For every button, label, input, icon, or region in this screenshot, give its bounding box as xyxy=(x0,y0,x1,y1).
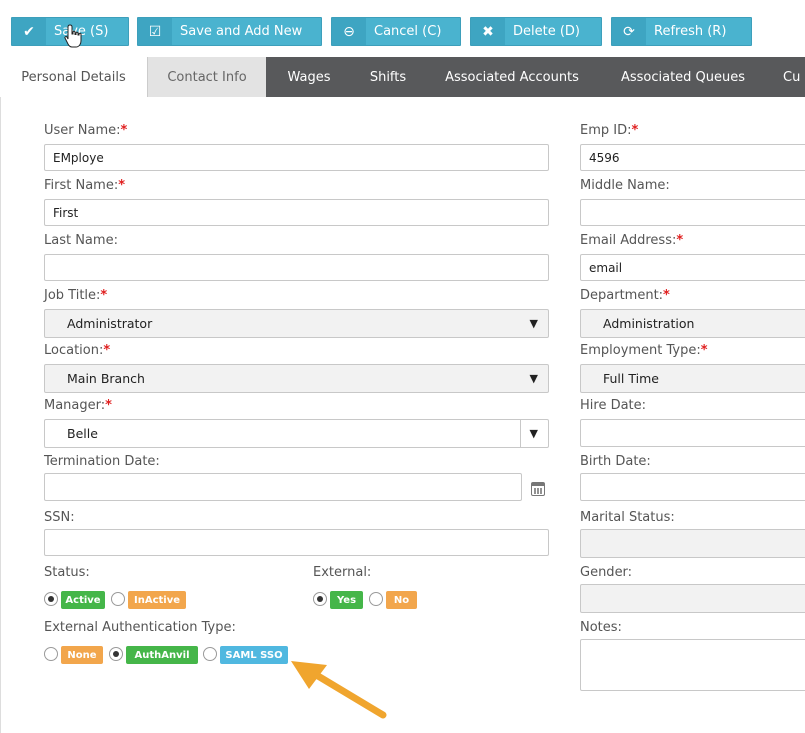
tab-associated-accounts[interactable]: Associated Accounts xyxy=(424,57,600,97)
tab-personal-details[interactable]: Personal Details xyxy=(0,57,148,97)
ext-auth-authanvil-radio[interactable] xyxy=(109,647,123,661)
emp-id-label: Emp ID:* xyxy=(580,123,639,138)
job-title-select[interactable]: Administrator ▼ xyxy=(44,309,549,338)
toolbar: ✔ Save (S) ☑ Save and Add New ⊖ Cancel (… xyxy=(0,0,805,57)
refresh-button[interactable]: ⟳ Refresh (R) xyxy=(611,17,752,46)
job-title-label: Job Title:* xyxy=(44,288,108,303)
minus-circle-icon: ⊖ xyxy=(332,18,366,45)
close-icon: ✖ xyxy=(471,18,505,45)
refresh-label: Refresh (R) xyxy=(654,24,727,39)
birth-date-field[interactable] xyxy=(580,473,805,501)
refresh-icon: ⟳ xyxy=(612,18,646,45)
first-name-field[interactable]: First xyxy=(44,199,549,226)
termination-date-label: Termination Date: xyxy=(44,454,160,469)
external-no-radio[interactable] xyxy=(369,592,383,606)
notes-textarea[interactable] xyxy=(580,639,805,691)
last-name-field[interactable] xyxy=(44,254,549,281)
edit-square-icon: ☑ xyxy=(138,18,172,45)
mouse-cursor-icon xyxy=(64,24,82,48)
annotation-arrow xyxy=(291,661,387,719)
status-label: Status: xyxy=(44,565,90,580)
chevron-down-icon: ▼ xyxy=(529,372,538,385)
save-and-add-new-button[interactable]: ☑ Save and Add New xyxy=(137,17,322,46)
tab-bar: Personal Details Contact Info Wages Shif… xyxy=(0,57,805,97)
termination-date-field[interactable] xyxy=(44,473,522,501)
ssn-field[interactable] xyxy=(44,529,549,556)
ssn-label: SSN: xyxy=(44,510,75,525)
department-label: Department:* xyxy=(580,288,670,303)
middle-name-field[interactable] xyxy=(580,199,805,226)
status-inactive-badge[interactable]: InActive xyxy=(128,591,186,609)
email-label: Email Address:* xyxy=(580,233,684,248)
chevron-down-icon: ▼ xyxy=(529,317,538,330)
manager-select[interactable]: Belle ▼ xyxy=(44,419,549,448)
middle-name-label: Middle Name: xyxy=(580,178,670,193)
email-field[interactable]: email xyxy=(580,254,805,281)
tab-more[interactable]: Cu xyxy=(766,57,805,97)
manager-value: Belle xyxy=(67,426,98,441)
ext-auth-saml-badge[interactable]: SAML SSO xyxy=(220,646,288,664)
calendar-icon[interactable] xyxy=(531,482,545,496)
notes-label: Notes: xyxy=(580,620,622,635)
select-divider xyxy=(520,420,521,447)
job-title-value: Administrator xyxy=(67,316,153,331)
delete-button[interactable]: ✖ Delete (D) xyxy=(470,17,602,46)
employment-type-value: Full Time xyxy=(603,371,659,386)
employment-type-label: Employment Type:* xyxy=(580,343,708,358)
location-select[interactable]: Main Branch ▼ xyxy=(44,364,549,393)
status-active-radio[interactable] xyxy=(44,592,58,606)
manager-label: Manager:* xyxy=(44,398,112,413)
location-label: Location:* xyxy=(44,343,111,358)
ext-auth-authanvil-badge[interactable]: AuthAnvil xyxy=(126,646,198,664)
marital-status-label: Marital Status: xyxy=(580,510,675,525)
department-value: Administration xyxy=(603,316,695,331)
location-value: Main Branch xyxy=(67,371,145,386)
chevron-down-icon: ▼ xyxy=(529,427,538,440)
status-active-badge[interactable]: Active xyxy=(61,591,105,609)
gender-label: Gender: xyxy=(580,565,633,580)
external-yes-badge[interactable]: Yes xyxy=(330,591,363,609)
last-name-label: Last Name: xyxy=(44,233,118,248)
status-inactive-radio[interactable] xyxy=(111,592,125,606)
tab-wages[interactable]: Wages xyxy=(266,57,352,97)
birth-date-label: Birth Date: xyxy=(580,454,651,469)
check-icon: ✔ xyxy=(12,18,46,45)
user-name-label: User Name:* xyxy=(44,123,128,138)
external-no-badge[interactable]: No xyxy=(386,591,417,609)
hire-date-label: Hire Date: xyxy=(580,398,647,413)
tab-shifts[interactable]: Shifts xyxy=(352,57,424,97)
gender-select[interactable] xyxy=(580,584,805,613)
user-name-field[interactable]: EMploye xyxy=(44,144,549,171)
external-yes-radio[interactable] xyxy=(313,592,327,606)
tab-contact-info[interactable]: Contact Info xyxy=(148,57,266,97)
department-select[interactable]: Administration xyxy=(580,309,805,338)
save-add-label: Save and Add New xyxy=(180,24,303,39)
first-name-label: First Name:* xyxy=(44,178,126,193)
personal-details-panel: User Name:* EMploye First Name:* First L… xyxy=(0,97,805,733)
tab-associated-queues[interactable]: Associated Queues xyxy=(600,57,766,97)
cancel-label: Cancel (C) xyxy=(374,24,442,39)
ext-auth-none-badge[interactable]: None xyxy=(61,646,103,664)
cancel-button[interactable]: ⊖ Cancel (C) xyxy=(331,17,461,46)
ext-auth-saml-radio[interactable] xyxy=(203,647,217,661)
marital-status-select[interactable] xyxy=(580,529,805,558)
ext-auth-label: External Authentication Type: xyxy=(44,620,236,635)
emp-id-field[interactable]: 4596 xyxy=(580,144,805,171)
ext-auth-none-radio[interactable] xyxy=(44,647,58,661)
employment-type-select[interactable]: Full Time xyxy=(580,364,805,393)
save-label: Save (S) xyxy=(54,24,109,39)
external-label: External: xyxy=(313,565,372,580)
delete-label: Delete (D) xyxy=(513,24,580,39)
hire-date-field[interactable] xyxy=(580,419,805,447)
